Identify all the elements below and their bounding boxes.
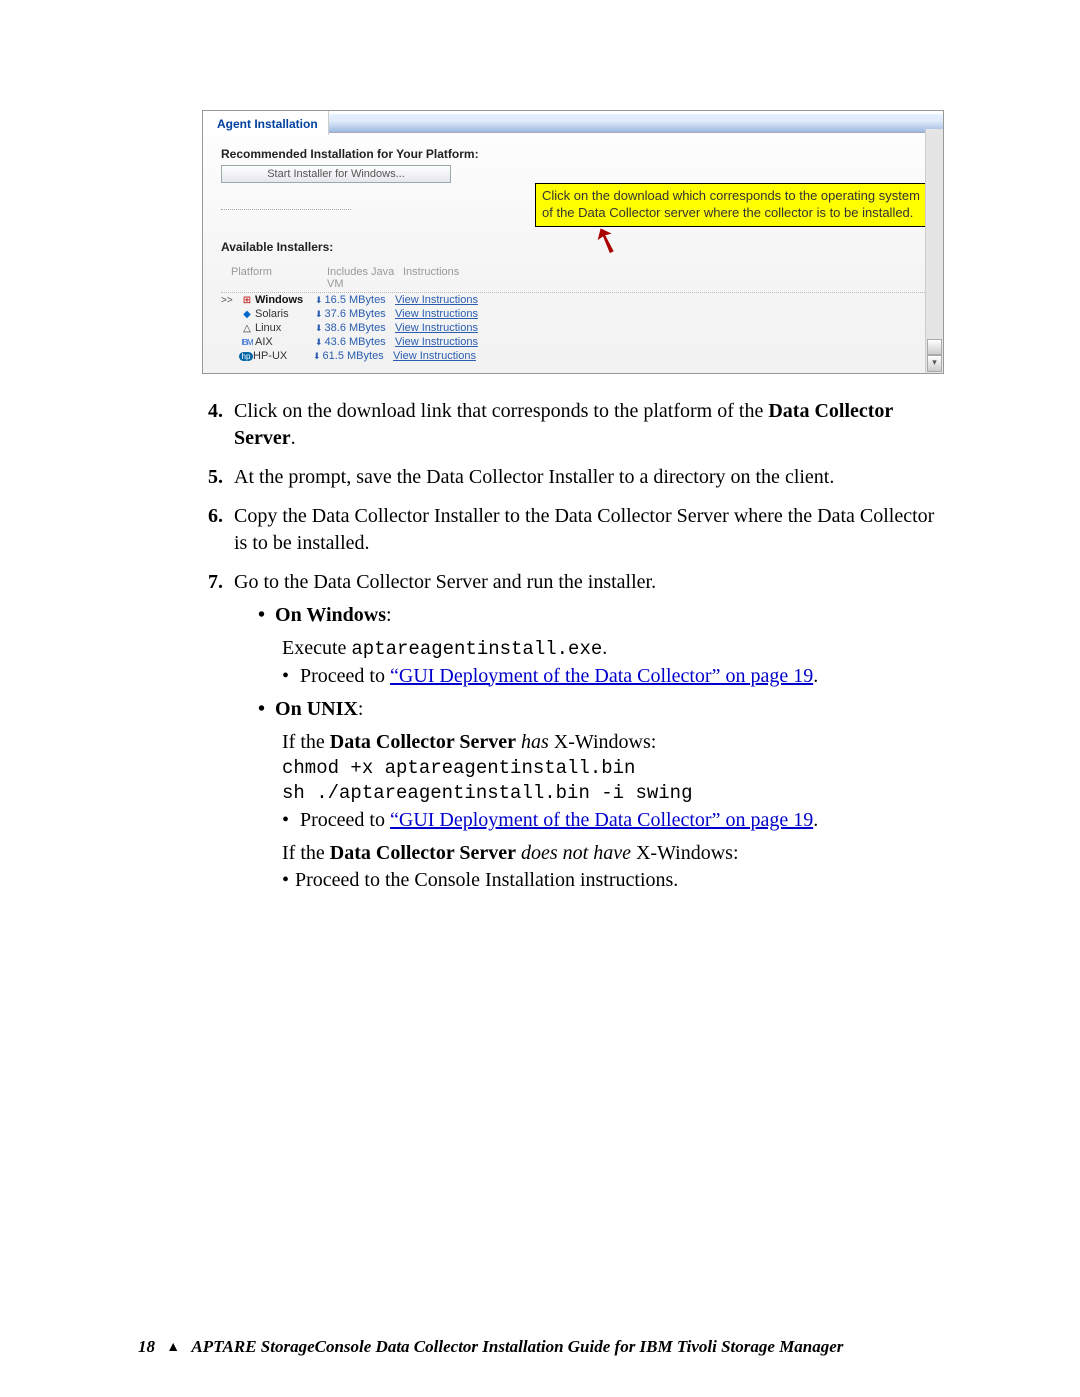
agent-installation-screenshot: Agent Installation Recommended Installat…	[202, 110, 944, 374]
triangle-icon: ▲	[159, 1340, 187, 1355]
unix-has-x-line: If the Data Collector Server has X-Windo…	[282, 729, 940, 756]
platform-name: HP-UX	[253, 350, 313, 362]
table-row: △ Linux 38.6 MBytes View Instructions	[221, 321, 925, 335]
download-link[interactable]: 38.6 MBytes	[315, 322, 395, 334]
view-instructions-link[interactable]: View Instructions	[395, 308, 495, 320]
table-row: ◆ Solaris 37.6 MBytes View Instructions	[221, 307, 925, 321]
view-instructions-link[interactable]: View Instructions	[395, 336, 495, 348]
step-4: Click on the download link that correspo…	[228, 398, 940, 452]
linux-icon: △	[239, 323, 255, 334]
download-link[interactable]: 37.6 MBytes	[315, 308, 395, 320]
step-5: At the prompt, save the Data Collector I…	[228, 464, 940, 491]
table-row: IBM AIX 43.6 MBytes View Instructions	[221, 335, 925, 349]
table-row: hp HP-UX 61.5 MBytes View Instructions	[221, 349, 925, 363]
callout-note: Click on the download which corresponds …	[535, 183, 937, 227]
aix-icon: IBM	[239, 338, 255, 347]
download-link[interactable]: 61.5 MBytes	[313, 350, 393, 362]
window-topbar	[329, 114, 943, 133]
on-windows-heading: On Windows:	[258, 602, 940, 629]
unix-nohas-x-line: If the Data Collector Server does not ha…	[282, 840, 940, 867]
col-instructions: Instructions	[403, 266, 493, 290]
doc-title: APTARE StorageConsole Data Collector Ins…	[191, 1337, 843, 1356]
recommended-title: Recommended Installation for Your Platfo…	[221, 147, 925, 161]
view-instructions-link[interactable]: View Instructions	[395, 294, 495, 306]
available-installers-label: Available Installers:	[221, 240, 925, 254]
hpux-icon: hp	[239, 352, 253, 361]
view-instructions-link[interactable]: View Instructions	[393, 350, 493, 362]
col-platform: Platform	[221, 266, 327, 290]
download-link[interactable]: 16.5 MBytes	[315, 294, 395, 306]
scroll-thumb[interactable]	[927, 339, 942, 355]
start-installer-button[interactable]: Start Installer for Windows...	[221, 165, 451, 183]
platform-name: Solaris	[255, 308, 315, 320]
gui-deployment-link[interactable]: “GUI Deployment of the Data Collector” o…	[390, 809, 813, 831]
platform-name: Linux	[255, 322, 315, 334]
gui-deployment-link[interactable]: “GUI Deployment of the Data Collector” o…	[390, 665, 813, 687]
windows-icon: ⊞	[239, 295, 255, 306]
page-footer: 18 ▲ APTARE StorageConsole Data Collecto…	[138, 1337, 843, 1357]
row-marker: >>	[221, 295, 239, 306]
page-number: 18	[138, 1337, 155, 1356]
instruction-list: Click on the download link that correspo…	[160, 398, 940, 894]
step-6: Copy the Data Collector Installer to the…	[228, 503, 940, 557]
scrollbar[interactable]: ▾	[925, 129, 943, 373]
on-unix-heading: On UNIX:	[258, 696, 940, 723]
table-header: Platform Includes Java VM Instructions	[221, 264, 925, 293]
step-7: Go to the Data Collector Server and run …	[228, 569, 940, 894]
unix-cmd-2: sh ./aptareagentinstall.bin -i swing	[282, 781, 940, 807]
download-link[interactable]: 43.6 MBytes	[315, 336, 395, 348]
windows-proceed-line: Proceed to “GUI Deployment of the Data C…	[282, 663, 940, 690]
table-row: >> ⊞ Windows 16.5 MBytes View Instructio…	[221, 293, 925, 307]
divider	[221, 209, 351, 210]
scroll-down-icon[interactable]: ▾	[927, 355, 942, 372]
view-instructions-link[interactable]: View Instructions	[395, 322, 495, 334]
col-java-vm: Includes Java VM	[327, 266, 403, 290]
unix-proceed-line: Proceed to “GUI Deployment of the Data C…	[282, 807, 940, 834]
unix-cmd-1: chmod +x aptareagentinstall.bin	[282, 756, 940, 782]
platform-name: Windows	[255, 294, 315, 306]
platform-name: AIX	[255, 336, 315, 348]
solaris-icon: ◆	[239, 309, 255, 320]
agent-installation-tab[interactable]: Agent Installation	[203, 111, 329, 135]
windows-execute-line: Execute aptareagentinstall.exe.	[282, 635, 940, 663]
console-proceed-line: Proceed to the Console Installation inst…	[282, 867, 940, 894]
